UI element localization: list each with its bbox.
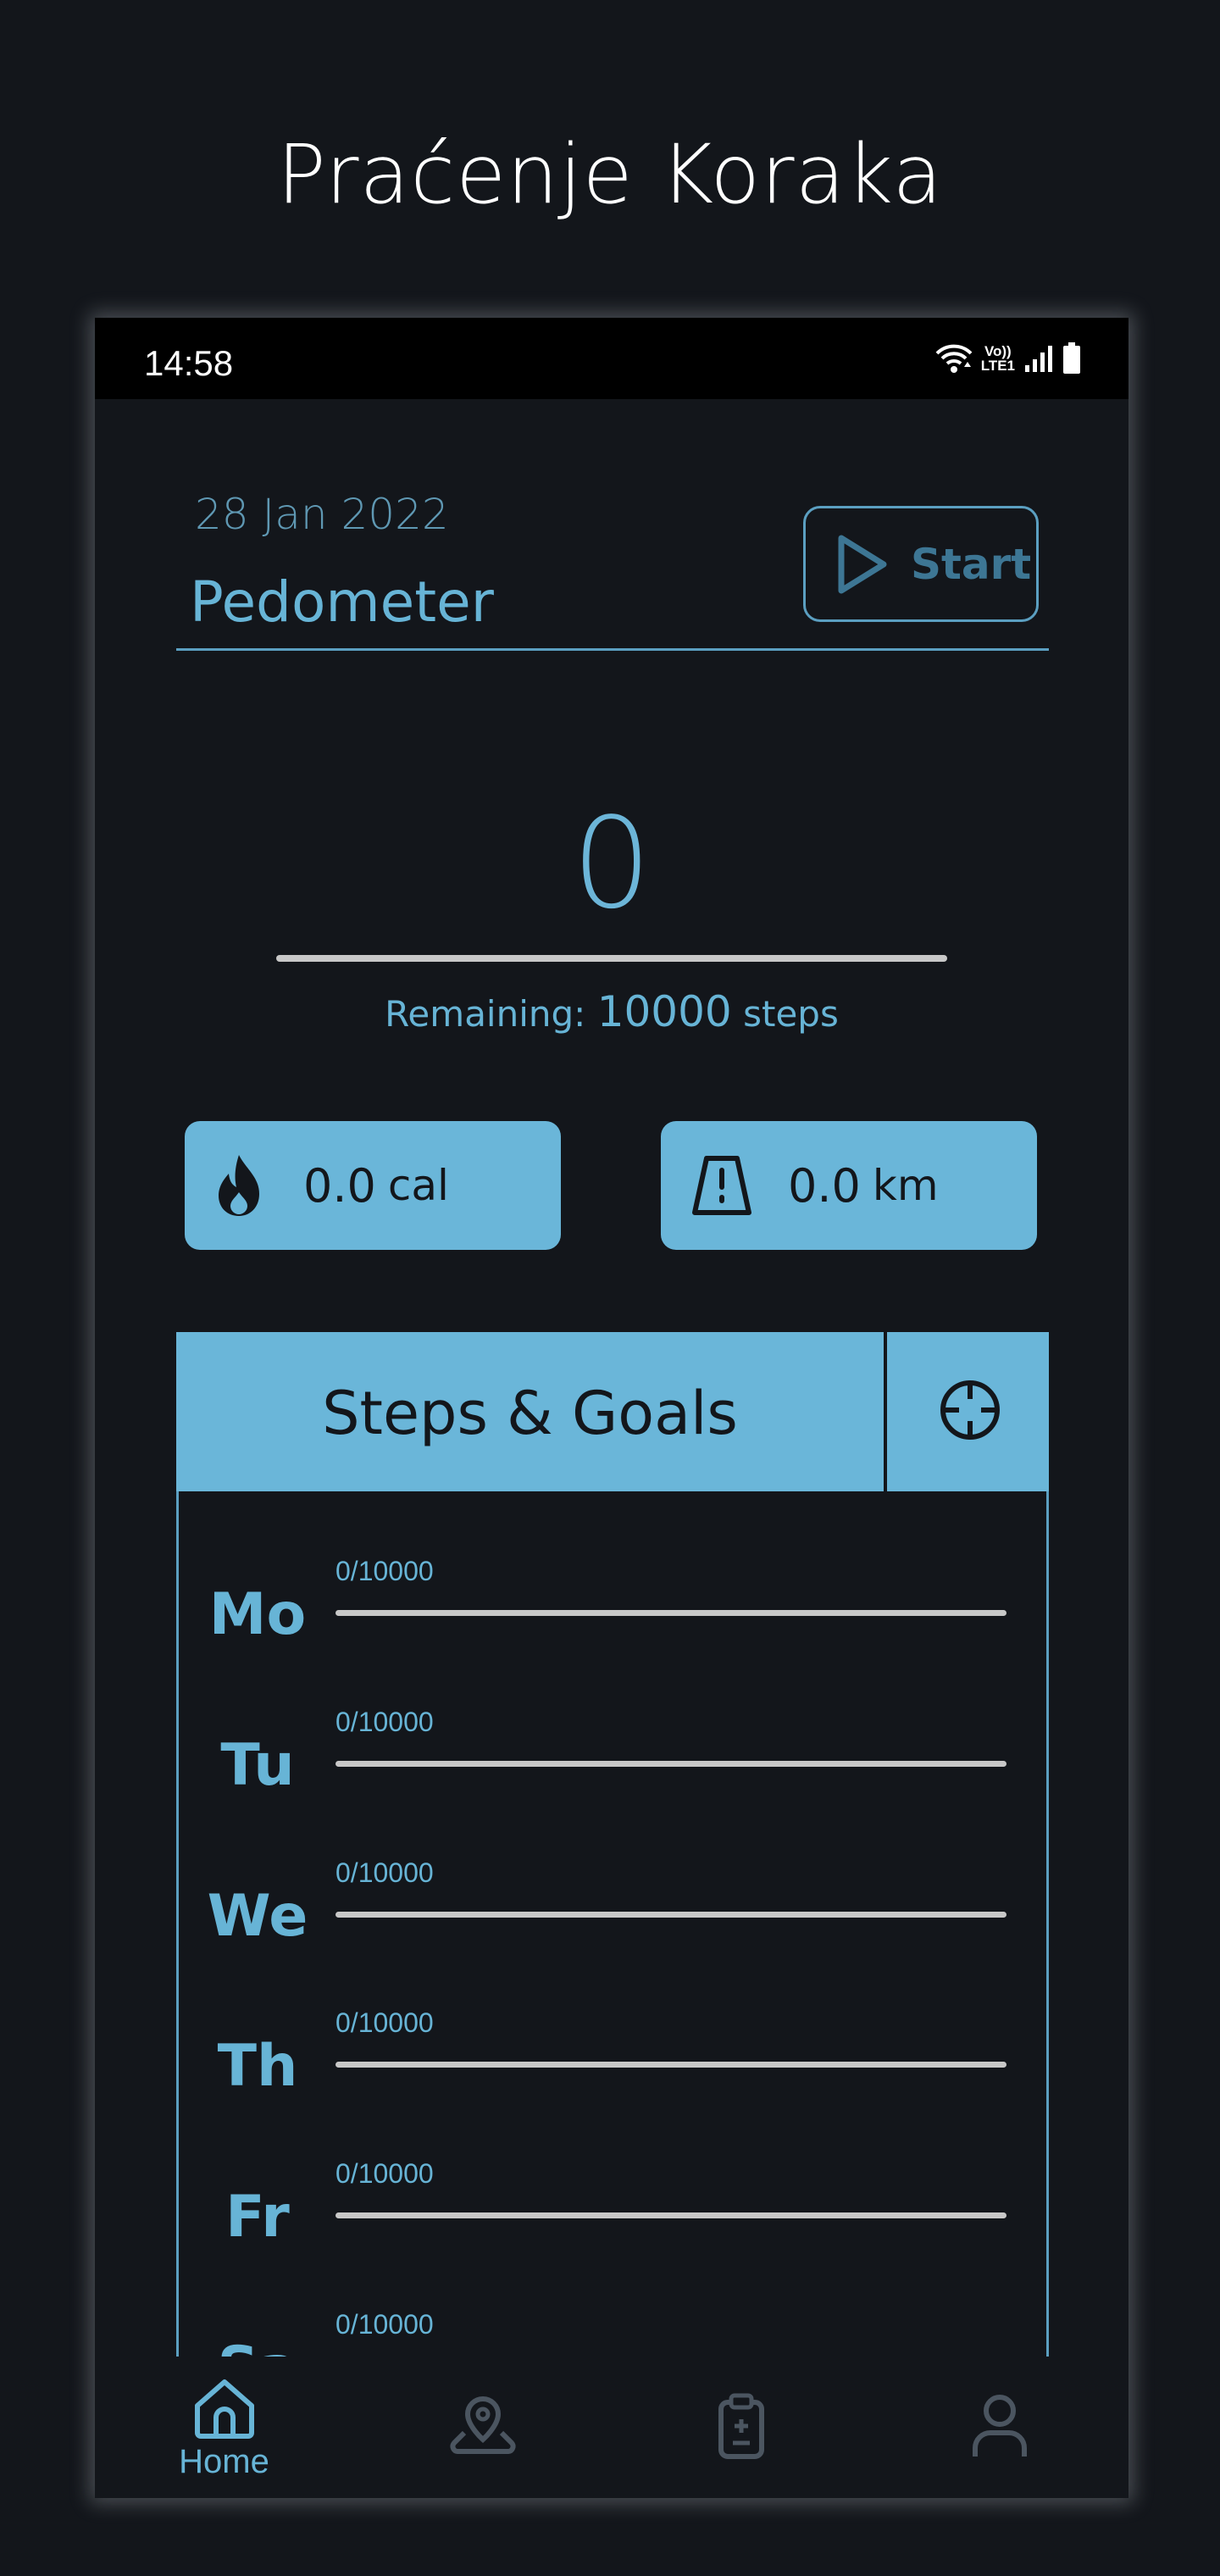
- day-progress-bar: [336, 1912, 1006, 1918]
- day-label: Fr: [225, 2184, 290, 2251]
- day-steps-value: 0/10000: [336, 2309, 434, 2340]
- remaining-steps: Remaining: 10000 steps: [95, 987, 1128, 1036]
- day-steps-value: 0/10000: [336, 1556, 434, 1586]
- header-separator: [884, 1332, 887, 1491]
- app-title: Pedometer: [190, 569, 494, 635]
- calories-card: 0.0 cal: [185, 1121, 561, 1250]
- calories-unit: cal: [387, 1161, 449, 1210]
- date-label: 28 Jan 2022: [195, 490, 449, 539]
- day-row-tu: Tu 0/10000: [176, 1707, 1049, 1808]
- day-label: Th: [217, 2033, 298, 2100]
- daily-progress-bar: [276, 955, 947, 962]
- map-pin-icon: [449, 2396, 516, 2454]
- day-row-fr: Fr 0/10000: [176, 2158, 1049, 2260]
- steps-goals-header: Steps & Goals: [176, 1332, 1049, 1491]
- day-steps-value: 0/10000: [336, 1857, 434, 1888]
- nav-profile[interactable]: [870, 2357, 1128, 2498]
- crosshair-icon[interactable]: [939, 1379, 1001, 1441]
- day-steps-value: 0/10000: [336, 1707, 434, 1737]
- volte-indicator: Vo)) LTE1: [980, 343, 1015, 374]
- day-progress-bar: [336, 2062, 1006, 2068]
- step-count: 0: [571, 791, 652, 936]
- remaining-value: 10000: [596, 987, 732, 1036]
- remaining-suffix: steps: [743, 993, 839, 1035]
- status-icons: Vo)) LTE1: [935, 335, 1081, 382]
- day-progress-bar: [336, 1761, 1006, 1767]
- distance-card: 0.0 km: [661, 1121, 1037, 1250]
- header-divider: [176, 648, 1049, 651]
- start-button[interactable]: Start: [803, 506, 1039, 622]
- home-icon: [194, 2379, 254, 2439]
- day-progress-bar: [336, 1610, 1006, 1616]
- profile-icon: [972, 2395, 1027, 2457]
- day-steps-value: 0/10000: [336, 2007, 434, 2038]
- signal-icon: [1025, 346, 1052, 372]
- battery-icon: [1063, 342, 1080, 374]
- day-progress-bar: [336, 2212, 1006, 2218]
- calories-value: 0.0: [303, 1158, 376, 1213]
- day-label: Tu: [220, 1732, 295, 1799]
- play-icon: [838, 535, 887, 593]
- status-bar: 14:58 Vo)) LTE1: [95, 318, 1128, 399]
- road-icon: [692, 1156, 751, 1215]
- start-button-label: Start: [911, 539, 1032, 589]
- bottom-navigation: Home: [95, 2357, 1128, 2498]
- day-row-th: Th 0/10000: [176, 2007, 1049, 2109]
- day-label: Mo: [208, 1581, 307, 1648]
- page-title: Praćenje Koraka: [276, 127, 944, 222]
- day-steps-value: 0/10000: [336, 2158, 434, 2189]
- remaining-prefix: Remaining:: [385, 993, 586, 1035]
- flame-icon: [219, 1155, 259, 1216]
- wifi-icon: [935, 344, 973, 373]
- nav-map[interactable]: [353, 2357, 612, 2498]
- nav-clipboard[interactable]: [612, 2357, 870, 2498]
- steps-goals-title: Steps & Goals: [322, 1379, 738, 1448]
- nav-home[interactable]: Home: [95, 2357, 353, 2498]
- clipboard-icon: [718, 2393, 764, 2459]
- day-label: We: [207, 1883, 308, 1950]
- nav-home-label: Home: [179, 2443, 269, 2480]
- day-row-mo: Mo 0/10000: [176, 1556, 1049, 1657]
- phone-screen: 14:58 Vo)) LTE1 28 Jan 2022 Pedometer St…: [95, 318, 1128, 2498]
- day-row-we: We 0/10000: [176, 1857, 1049, 1959]
- status-time: 14:58: [144, 343, 234, 383]
- distance-value: 0.0: [788, 1158, 861, 1213]
- distance-unit: km: [872, 1161, 939, 1210]
